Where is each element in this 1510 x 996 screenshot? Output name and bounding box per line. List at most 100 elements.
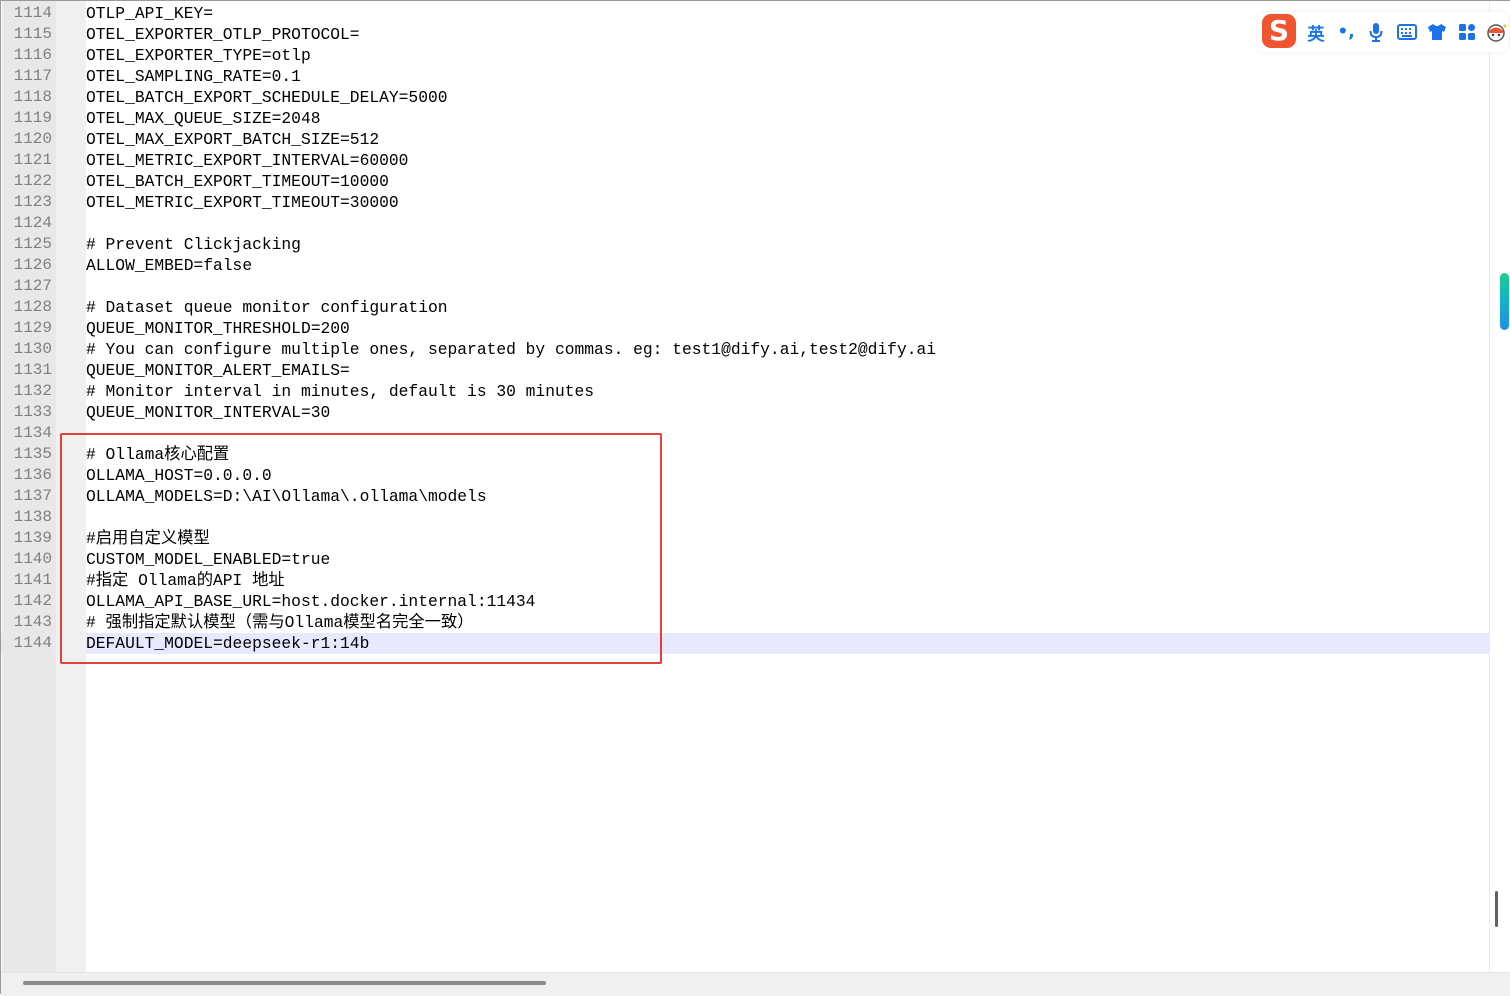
line-text[interactable]: # Monitor interval in minutes, default i… [86,381,594,402]
line-text[interactable]: OTEL_EXPORTER_OTLP_PROTOCOL= [86,24,360,45]
fold-cell [56,213,86,234]
code-line[interactable]: 1128 # Dataset queue monitor configuratio… [1,297,1489,318]
line-text[interactable]: OTEL_METRIC_EXPORT_TIMEOUT=30000 [86,192,399,213]
line-text[interactable]: # You can configure multiple ones, separ… [86,339,936,360]
skin-shirt-icon[interactable] [1426,12,1448,52]
fold-cell [56,87,86,108]
line-number: 1133 [13,403,52,421]
line-number: 1124 [13,214,52,232]
fold-cell [56,234,86,255]
fold-cell [56,255,86,276]
line-number: 1122 [13,172,52,190]
ime-logo-icon[interactable]: S [1262,14,1296,48]
line-text[interactable]: OTEL_SAMPLING_RATE=0.1 [86,66,301,87]
code-line[interactable]: 1124 [1,213,1489,234]
line-text[interactable]: QUEUE_MONITOR_ALERT_EMAILS= [86,360,350,381]
ime-punctuation-toggle[interactable]: •, [1336,12,1356,52]
fold-cell [56,108,86,129]
line-text[interactable]: # Prevent Clickjacking [86,234,301,255]
vertical-scrollbar[interactable] [1489,1,1510,972]
fold-cell [56,3,86,24]
keyboard-icon[interactable] [1396,12,1418,52]
fold-cell [56,360,86,381]
line-number: 1137 [13,487,52,505]
line-text[interactable]: QUEUE_MONITOR_THRESHOLD=200 [86,318,350,339]
code-line[interactable]: 1126 ALLOW_EMBED=false [1,255,1489,276]
line-number: 1131 [13,361,52,379]
line-text[interactable]: ALLOW_EMBED=false [86,255,252,276]
fold-cell [56,24,86,45]
line-number: 1140 [13,550,52,568]
line-number: 1130 [13,340,52,358]
code-line[interactable]: 1131 QUEUE_MONITOR_ALERT_EMAILS= [1,360,1489,381]
line-text[interactable]: OTEL_METRIC_EXPORT_INTERVAL=60000 [86,150,408,171]
toolbox-grid-icon[interactable] [1456,12,1478,52]
line-number: 1117 [13,67,52,85]
highlight-annotation-box [60,433,662,664]
line-number: 1135 [13,445,52,463]
line-text[interactable]: OTEL_MAX_QUEUE_SIZE=2048 [86,108,321,129]
line-number: 1123 [13,193,52,211]
code-line[interactable]: 1118 OTEL_BATCH_EXPORT_SCHEDULE_DELAY=500… [1,87,1489,108]
code-line[interactable]: 1123 OTEL_METRIC_EXPORT_TIMEOUT=30000 [1,192,1489,213]
ime-toolbar[interactable]: S 英 •, [1258,12,1508,52]
line-number: 1126 [13,256,52,274]
code-line[interactable]: 1125 # Prevent Clickjacking [1,234,1489,255]
fold-cell [56,171,86,192]
text-editor[interactable]: 1114 OTLP_API_KEY= 1115 OTEL_EXPORTER_OTLP_… [0,0,1510,996]
line-number: 1120 [13,130,52,148]
line-number: 1144 [2,633,52,654]
fold-cell [56,192,86,213]
fold-cell [56,318,86,339]
line-number: 1132 [13,382,52,400]
line-text[interactable]: OTLP_API_KEY= [86,3,213,24]
line-number: 1119 [13,109,52,127]
line-text[interactable]: OTEL_EXPORTER_TYPE=otlp [86,45,311,66]
line-number: 1138 [13,508,52,526]
line-number: 1127 [13,277,52,295]
line-number: 1114 [13,4,52,22]
fold-cell [56,402,86,423]
line-text[interactable]: OTEL_BATCH_EXPORT_TIMEOUT=10000 [86,171,389,192]
fold-cell [56,339,86,360]
mascot-icon[interactable] [1484,12,1508,52]
line-number: 1142 [13,592,52,610]
line-number: 1125 [13,235,52,253]
vertical-scrollbar-thumb[interactable] [1495,891,1498,927]
code-line[interactable]: 1122 OTEL_BATCH_EXPORT_TIMEOUT=10000 [1,171,1489,192]
code-line[interactable]: 1130 # You can configure multiple ones, s… [1,339,1489,360]
line-number: 1121 [13,151,52,169]
line-number: 1115 [13,25,52,43]
microphone-icon[interactable] [1366,12,1386,52]
line-text[interactable]: # Dataset queue monitor configuration [86,297,448,318]
line-text[interactable]: OTEL_BATCH_EXPORT_SCHEDULE_DELAY=5000 [86,87,448,108]
scroll-position-marker [1500,273,1509,330]
line-text[interactable]: QUEUE_MONITOR_INTERVAL=30 [86,402,330,423]
fold-cell [56,276,86,297]
code-line[interactable]: 1117 OTEL_SAMPLING_RATE=0.1 [1,66,1489,87]
line-number: 1136 [13,466,52,484]
line-number: 1129 [13,319,52,337]
line-number: 1134 [13,424,52,442]
fold-cell [56,150,86,171]
code-line[interactable]: 1133 QUEUE_MONITOR_INTERVAL=30 [1,402,1489,423]
fold-cell [56,297,86,318]
code-line[interactable]: 1119 OTEL_MAX_QUEUE_SIZE=2048 [1,108,1489,129]
code-line[interactable]: 1121 OTEL_METRIC_EXPORT_INTERVAL=60000 [1,150,1489,171]
ime-language-toggle[interactable]: 英 [1304,12,1328,52]
code-line[interactable]: 1129 QUEUE_MONITOR_THRESHOLD=200 [1,318,1489,339]
fold-cell [56,381,86,402]
line-number: 1141 [13,571,52,589]
fold-cell [56,66,86,87]
line-number: 1143 [13,613,52,631]
code-line[interactable]: 1120 OTEL_MAX_EXPORT_BATCH_SIZE=512 [1,129,1489,150]
line-number: 1139 [13,529,52,547]
horizontal-scrollbar-thumb[interactable] [23,981,546,985]
line-text[interactable]: OTEL_MAX_EXPORT_BATCH_SIZE=512 [86,129,379,150]
fold-cell [56,45,86,66]
line-number: 1116 [13,46,52,64]
code-line[interactable]: 1127 [1,276,1489,297]
line-number: 1118 [13,88,52,106]
fold-cell [56,129,86,150]
code-line[interactable]: 1132 # Monitor interval in minutes, defau… [1,381,1489,402]
